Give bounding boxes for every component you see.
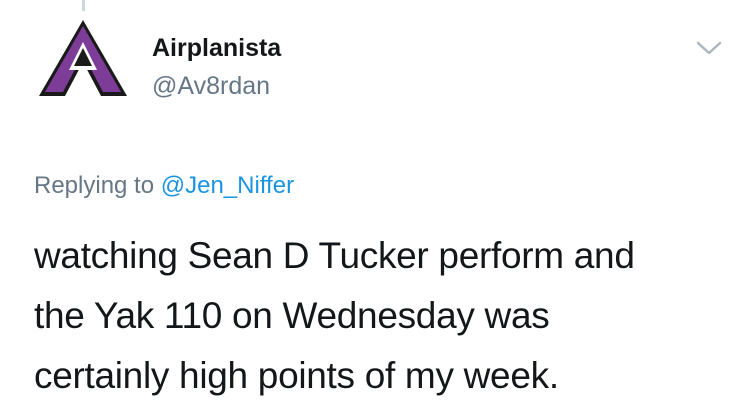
- replying-to-label: Replying to: [34, 172, 155, 199]
- chevron-down-icon[interactable]: [696, 40, 722, 56]
- author-display-name[interactable]: Airplanista: [152, 33, 281, 63]
- tweet-text-line: the Yak 110 on Wednesday was: [34, 295, 550, 336]
- tweet-card: Airplanista @Av8rdan Replying to @Jen_Ni…: [0, 0, 748, 419]
- thread-connector-line: [82, 0, 85, 11]
- tweet-text-line: certainly high points of my week.: [34, 355, 559, 396]
- airplanista-logo-icon: [39, 20, 127, 96]
- replying-to-context: Replying to @Jen_Niffer: [34, 171, 294, 201]
- author-handle[interactable]: @Av8rdan: [152, 71, 270, 101]
- tweet-body: watching Sean D Tucker perform and the Y…: [34, 226, 734, 406]
- reply-mention-link[interactable]: @Jen_Niffer: [161, 172, 294, 199]
- avatar[interactable]: [37, 18, 129, 98]
- tweet-text-line: watching Sean D Tucker perform and: [34, 235, 635, 276]
